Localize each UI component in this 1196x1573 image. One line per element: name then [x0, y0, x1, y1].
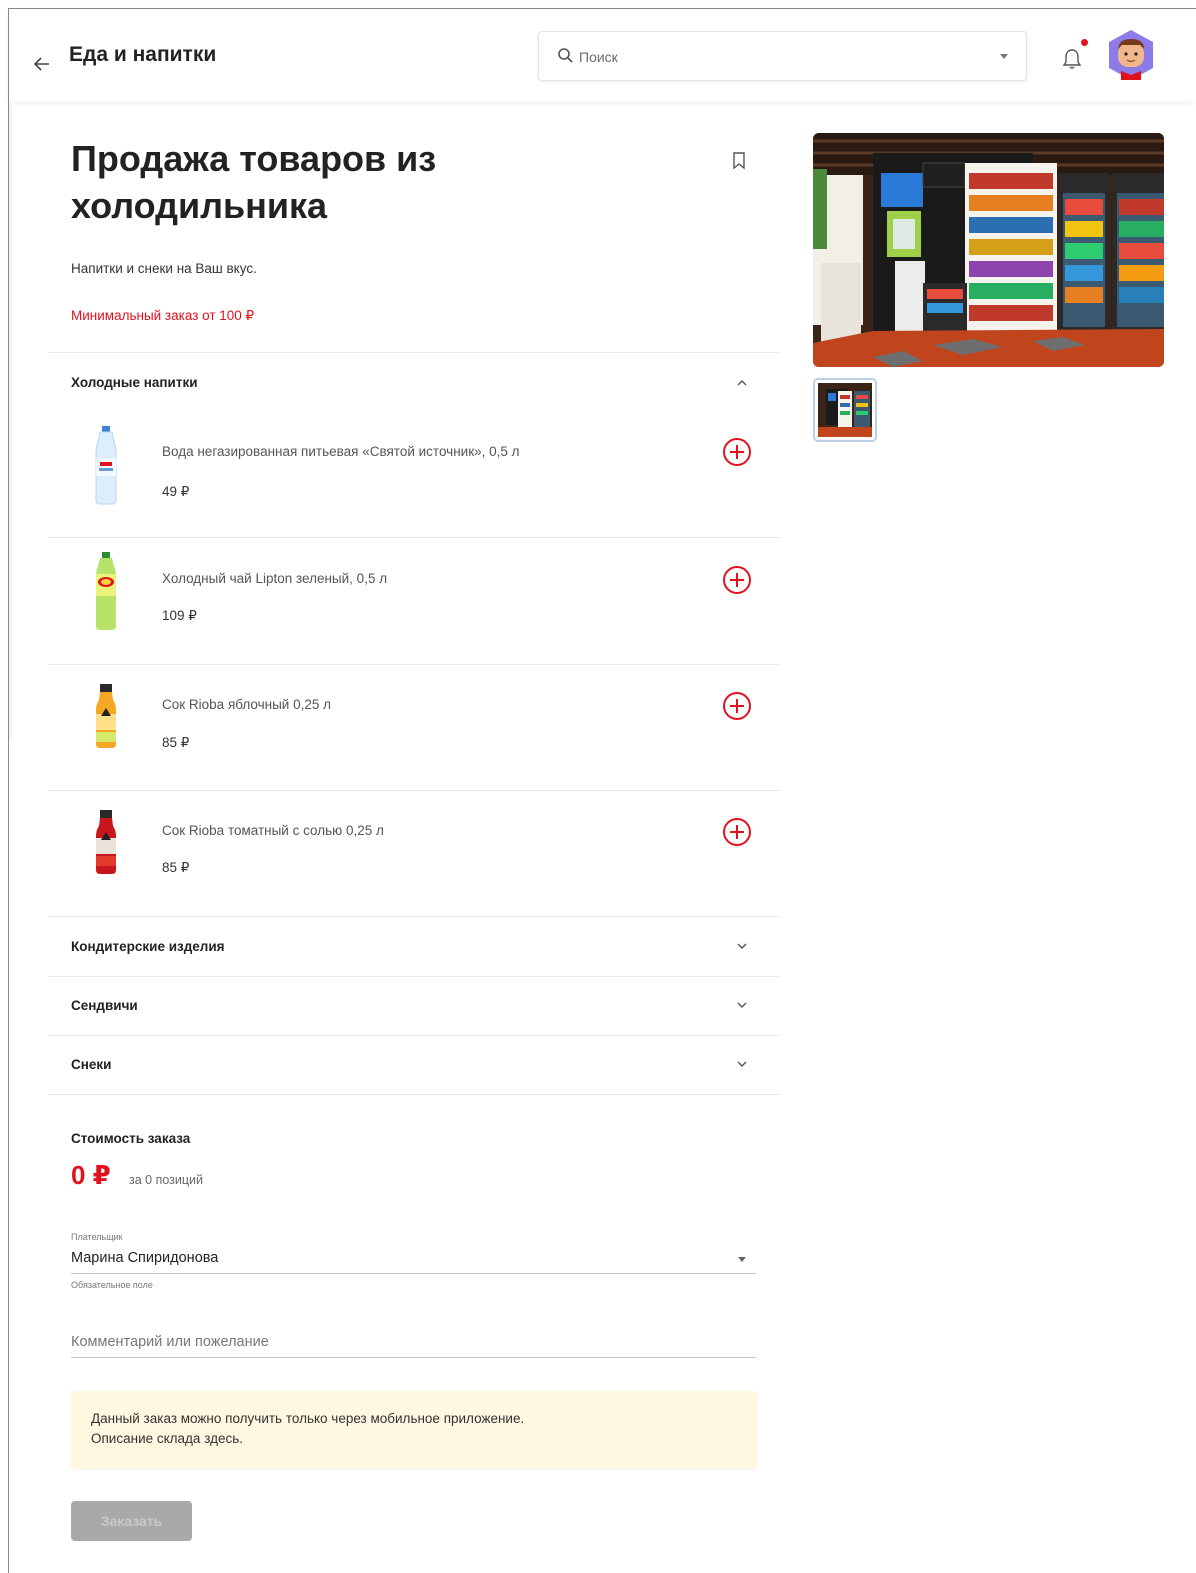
product-image-lipton	[96, 552, 116, 630]
gallery-thumbnail[interactable]	[813, 378, 877, 442]
add-to-cart-button[interactable]	[723, 566, 751, 594]
product-price: 85 ₽	[162, 860, 190, 875]
notice-line: Данный заказ можно получить только через…	[91, 1411, 525, 1426]
product-image-tomato-juice	[96, 810, 116, 874]
divider	[48, 976, 780, 977]
chevron-down-icon[interactable]	[1000, 54, 1008, 59]
divider	[48, 352, 780, 353]
submit-order-button[interactable]: Заказать	[71, 1501, 192, 1541]
avatar[interactable]	[1107, 29, 1155, 81]
product-price: 49 ₽	[162, 484, 190, 499]
search-box[interactable]	[538, 31, 1027, 81]
payer-field-label: Плательщик	[71, 1232, 123, 1242]
category-sandwiches[interactable]: Сендвичи	[71, 998, 138, 1013]
divider	[48, 1035, 780, 1036]
notification-dot	[1081, 39, 1088, 46]
thumbnail-image	[818, 383, 872, 437]
page-title: Продажа товаров из холодильника	[71, 138, 437, 226]
order-total-label: Стоимость заказа	[71, 1131, 191, 1146]
add-to-cart-button[interactable]	[723, 818, 751, 846]
divider	[48, 1094, 780, 1095]
add-to-cart-button[interactable]	[723, 438, 751, 466]
order-total-value: 0 ₽	[71, 1160, 111, 1190]
search-input[interactable]	[579, 44, 959, 70]
bell-icon[interactable]	[1061, 47, 1083, 71]
pickup-notice: Данный заказ можно получить только через…	[71, 1391, 757, 1469]
order-item-count: за 0 позиций	[129, 1173, 203, 1187]
comment-input[interactable]	[71, 1326, 756, 1358]
chevron-down-icon[interactable]	[738, 1257, 746, 1262]
notice-line: Описание склада здесь.	[91, 1431, 244, 1446]
product-name: Сок Rioba яблочный 0,25 л	[162, 697, 332, 712]
service-description: Напитки и снеки на Ваш вкус.	[71, 261, 257, 276]
service-photo[interactable]	[813, 133, 1164, 367]
header-title: Еда и напитки	[69, 43, 217, 66]
product-name: Холодный чай Lipton зеленый, 0,5 л	[162, 571, 388, 586]
divider	[48, 916, 780, 917]
payer-required-hint: Обязательное поле	[71, 1280, 153, 1290]
min-order-notice: Минимальный заказ от 100 ₽	[71, 308, 255, 323]
side-panel-edge	[9, 101, 15, 741]
divider	[48, 537, 780, 538]
product-image-apple-juice	[96, 684, 116, 748]
search-icon	[558, 48, 573, 63]
back-arrow-icon[interactable]	[31, 53, 53, 75]
divider	[48, 664, 780, 665]
category-snacks[interactable]: Снеки	[71, 1057, 111, 1072]
product-price: 109 ₽	[162, 608, 197, 623]
bookmark-icon[interactable]	[732, 152, 746, 170]
product-name: Сок Rioba томатный с солью 0,25 л	[162, 823, 384, 838]
app-header: Еда и напитки	[9, 9, 1196, 101]
product-price: 85 ₽	[162, 735, 190, 750]
product-image-water	[95, 426, 117, 505]
category-confectionery[interactable]: Кондитерские изделия	[71, 939, 225, 954]
payer-select[interactable]: Марина Спиридонова	[71, 1250, 218, 1266]
product-name: Вода негазированная питьевая «Святой ист…	[162, 444, 520, 459]
chevron-up-icon[interactable]	[735, 376, 749, 390]
add-to-cart-button[interactable]	[723, 692, 751, 720]
divider	[48, 790, 780, 791]
chevron-down-icon[interactable]	[735, 939, 749, 953]
category-cold-drinks[interactable]: Холодные напитки	[71, 375, 198, 390]
chevron-down-icon[interactable]	[735, 998, 749, 1012]
payer-underline	[71, 1273, 756, 1274]
chevron-down-icon[interactable]	[735, 1057, 749, 1071]
